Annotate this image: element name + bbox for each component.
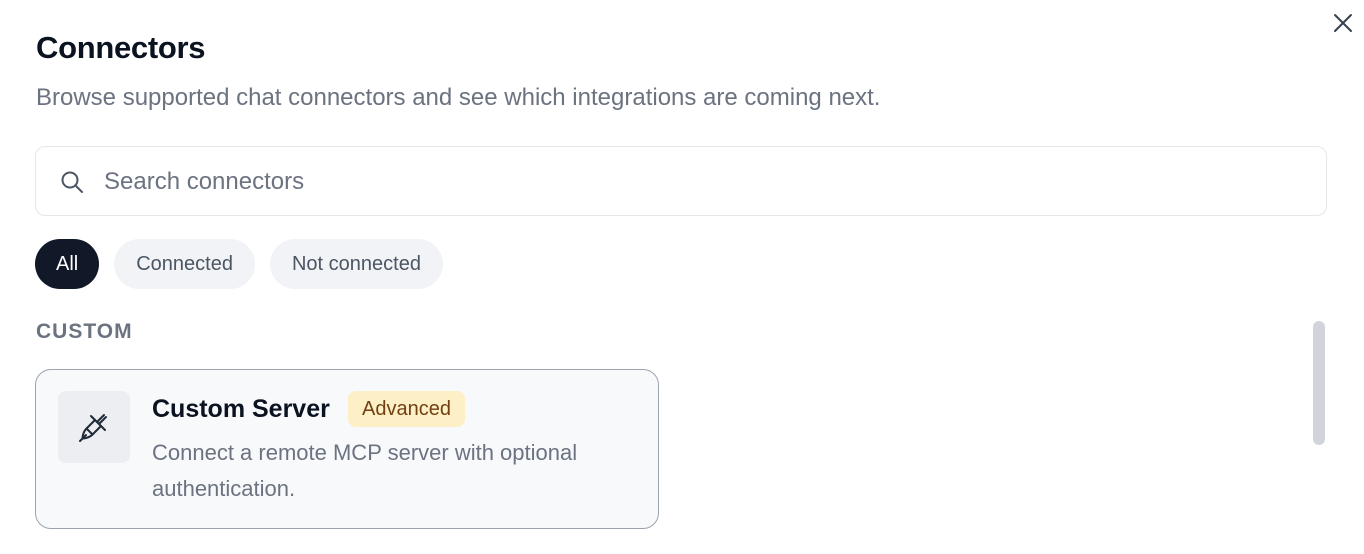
page-title: Connectors: [36, 30, 206, 65]
page-subtitle: Browse supported chat connectors and see…: [36, 84, 881, 111]
filter-all[interactable]: All: [35, 239, 100, 289]
scrollbar-thumb[interactable]: [1313, 321, 1325, 445]
connector-card-custom-server[interactable]: Custom Server Advanced Connect a remote …: [35, 369, 659, 529]
status-badge: Advanced: [348, 391, 465, 427]
filter-tabs: All Connected Not connected: [35, 239, 443, 289]
search-box[interactable]: [35, 146, 1327, 217]
close-button[interactable]: [1330, 10, 1356, 36]
close-icon: [1334, 14, 1352, 32]
connector-icon-tile: [58, 391, 130, 463]
section-label-custom: CUSTOM: [36, 320, 133, 343]
search-input[interactable]: [102, 147, 1306, 217]
connectors-dialog: Connectors Browse supported chat connect…: [0, 0, 1364, 554]
connector-title: Custom Server: [152, 395, 330, 423]
search-icon: [61, 171, 83, 193]
plug-icon: [79, 414, 107, 442]
connector-description: Connect a remote MCP server with optiona…: [152, 440, 578, 501]
filter-not-connected[interactable]: Not connected: [269, 239, 443, 289]
filter-connected[interactable]: Connected: [114, 239, 255, 289]
